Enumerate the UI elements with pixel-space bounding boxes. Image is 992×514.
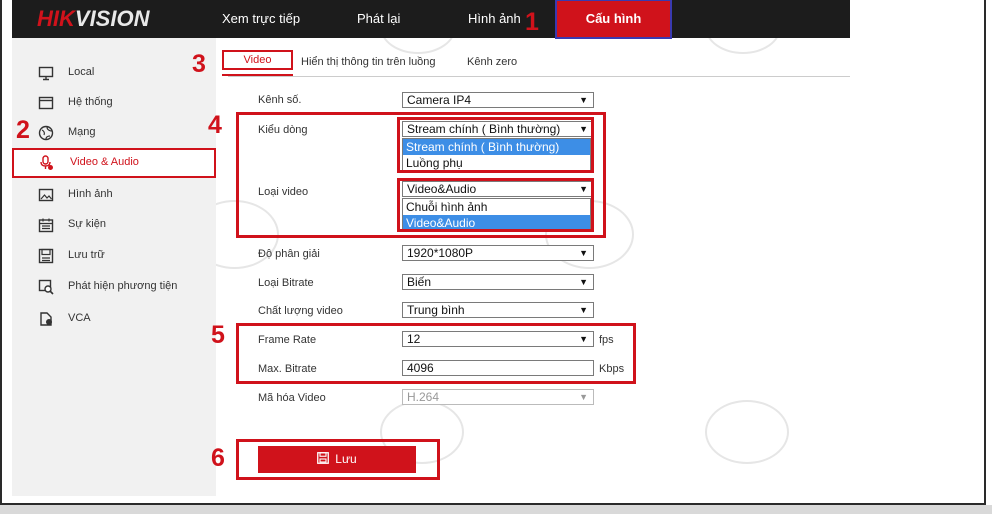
- sidebar-item-image[interactable]: Hình ảnh: [12, 180, 216, 210]
- storage-icon: [38, 248, 54, 264]
- resolution-select[interactable]: 1920*1080P ▼: [402, 245, 594, 261]
- sidebar-item-label: Sự kiện: [68, 218, 106, 230]
- sidebar-item-system[interactable]: Hệ thống: [12, 88, 216, 118]
- sidebar-item-local[interactable]: Local: [12, 58, 216, 88]
- globe-icon: [38, 125, 54, 141]
- resolution-label: Độ phân giải: [258, 248, 320, 260]
- sidebar: Local Hệ thống Mạng Video & Audio Hình ả…: [12, 38, 216, 496]
- sidebar-item-label: Lưu trữ: [68, 249, 105, 261]
- system-icon: [38, 96, 54, 110]
- calendar-icon: [38, 218, 54, 233]
- highlight-box-save: [236, 439, 440, 480]
- dropdown-arrow-icon: ▼: [579, 392, 588, 402]
- video-encoding-select[interactable]: H.264 ▼: [402, 389, 594, 405]
- step-marker-3: 3: [192, 50, 206, 78]
- active-tab-underline: [222, 74, 293, 76]
- sidebar-item-vca[interactable]: VCA: [12, 304, 216, 334]
- sidebar-item-video-audio[interactable]: Video & Audio: [12, 148, 216, 178]
- highlight-box-video-dropdown: [397, 178, 594, 232]
- step-marker-6: 6: [211, 444, 225, 472]
- sidebar-item-storage[interactable]: Lưu trữ: [12, 241, 216, 271]
- highlight-box-rate-settings: [236, 323, 636, 384]
- watermark-circle: [705, 400, 789, 464]
- channel-label: Kênh số.: [258, 94, 302, 106]
- vca-icon: [40, 312, 52, 326]
- dropdown-arrow-icon: ▼: [579, 277, 588, 287]
- channel-select[interactable]: Camera IP4 ▼: [402, 92, 594, 108]
- step-marker-5: 5: [211, 321, 225, 349]
- bitrate-type-select[interactable]: Biến ▼: [402, 274, 594, 290]
- sidebar-item-label: VCA: [68, 312, 91, 324]
- sidebar-item-label: Local: [68, 66, 95, 78]
- highlight-box-stream-dropdown: [397, 117, 594, 173]
- sidebar-item-label: Hệ thống: [68, 96, 113, 108]
- step-marker-4: 4: [208, 111, 222, 139]
- sidebar-item-label: Video & Audio: [70, 156, 139, 168]
- vehicle-detection-icon: [38, 279, 54, 295]
- sidebar-item-label: Mạng: [68, 126, 96, 138]
- tab-zero-channel[interactable]: Kênh zero: [467, 56, 517, 68]
- sidebar-item-event[interactable]: Sự kiện: [12, 210, 216, 240]
- tab-video[interactable]: Video: [222, 50, 293, 70]
- video-encoding-label: Mã hóa Video: [258, 392, 326, 404]
- video-quality-label: Chất lượng video: [258, 305, 343, 317]
- tab-bar: Video Hiển thị thông tin trên luồng Kênh…: [222, 50, 850, 77]
- step-marker-2: 2: [16, 116, 30, 144]
- top-navigation-bar: HIKVISION Xem trực tiếp Phát lại Hình ản…: [12, 0, 850, 38]
- dropdown-arrow-icon: ▼: [579, 248, 588, 258]
- sidebar-item-network[interactable]: Mạng: [12, 118, 216, 148]
- nav-configuration[interactable]: Cấu hình: [555, 0, 672, 39]
- tab-osd-settings[interactable]: Hiển thị thông tin trên luồng: [301, 56, 436, 68]
- nav-picture[interactable]: Hình ảnh: [468, 11, 521, 26]
- bitrate-type-label: Loại Bitrate: [258, 277, 314, 289]
- sidebar-item-label: Phát hiện phương tiện: [68, 280, 178, 292]
- nav-live-view[interactable]: Xem trực tiếp: [222, 11, 300, 26]
- dropdown-arrow-icon: ▼: [579, 305, 588, 315]
- dropdown-arrow-icon: ▼: [579, 95, 588, 105]
- image-icon: [38, 188, 54, 202]
- step-marker-1: 1: [525, 8, 539, 36]
- monitor-icon: [38, 66, 54, 81]
- nav-playback[interactable]: Phát lại: [357, 11, 400, 26]
- sidebar-item-vehicle-detection[interactable]: Phát hiện phương tiện: [12, 272, 216, 302]
- video-quality-select[interactable]: Trung bình ▼: [402, 302, 594, 318]
- sidebar-item-label: Hình ảnh: [68, 188, 113, 200]
- bottom-strip: [0, 505, 992, 514]
- hikvision-logo: HIKVISION: [37, 6, 150, 31]
- video-audio-icon: [40, 155, 53, 170]
